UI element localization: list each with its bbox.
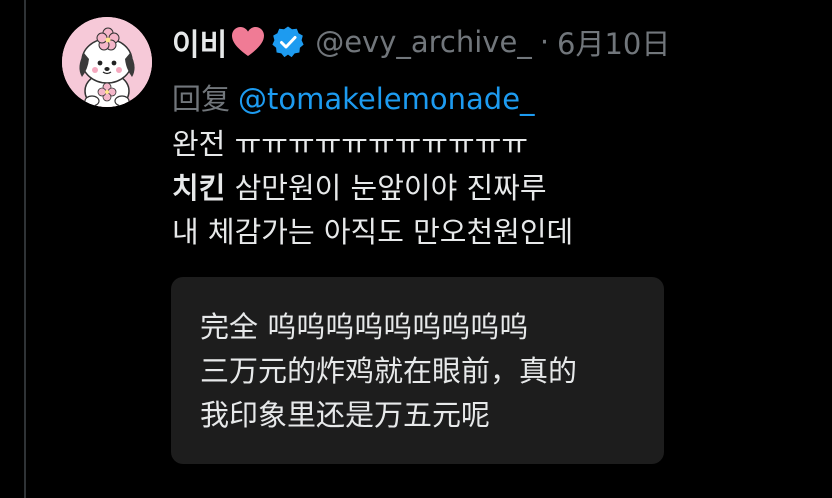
reply-prefix: 回复: [172, 82, 231, 116]
tweet-body: 완전 ㅠㅠㅠㅠㅠㅠㅠㅠㅠㅠㅠ 치킨 삼만원이 눈앞이야 진짜루 내 체감가는 아…: [172, 122, 573, 254]
tweet-bold-word: 치킨: [172, 171, 226, 205]
pochacco-avatar-icon: [62, 17, 152, 107]
tweet-line: 내 체감가는 아직도 만오천원인데: [172, 215, 574, 249]
translation-text: 完全 呜呜呜呜呜呜呜呜呜 三万元的炸鸡就在眼前，真的 我印象里还是万五元呢: [200, 305, 577, 437]
user-handle[interactable]: @evy_archive_: [315, 25, 532, 59]
reply-mention-link[interactable]: @tomakelemonade_: [238, 82, 535, 116]
post-date[interactable]: 6月10日: [557, 21, 670, 63]
display-name[interactable]: 이비: [172, 20, 227, 64]
tweet-line: 완전 ㅠㅠㅠㅠㅠㅠㅠㅠㅠㅠㅠ: [172, 127, 529, 161]
translation-box: 完全 呜呜呜呜呜呜呜呜呜 三万元的炸鸡就在眼前，真的 我印象里还是万五元呢: [171, 277, 664, 464]
tweet-line-rest: 삼만원이 눈앞이야 진짜루: [225, 171, 547, 205]
tweet-header: 이비 @evy_archive_ · 6月10日: [172, 20, 670, 64]
translation-line: 三万元的炸鸡就在眼前，真的: [200, 354, 578, 388]
heart-icon: [231, 26, 265, 58]
avatar[interactable]: [62, 17, 152, 107]
thread-connector-line: [24, 0, 26, 498]
tweet-line: 치킨 삼만원이 눈앞이야 진짜루: [172, 166, 573, 210]
verified-badge-icon[interactable]: [271, 25, 305, 59]
translation-line: 完全 呜呜呜呜呜呜呜呜呜: [200, 310, 529, 344]
separator-dot: ·: [539, 25, 550, 59]
reply-context: 回复 @tomakelemonade_: [172, 76, 535, 118]
translation-line: 我印象里还是万五元呢: [200, 398, 491, 432]
